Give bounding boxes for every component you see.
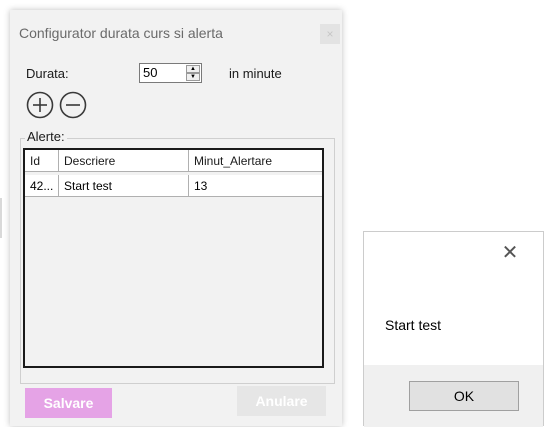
ok-button[interactable]: OK	[409, 381, 519, 411]
column-header-minut-alertare[interactable]: Minut_Alertare	[189, 150, 322, 172]
table-row[interactable]: 42... Start test 13	[25, 175, 322, 197]
alerts-grid[interactable]: Id Descriere Minut_Alertare 42... Start …	[23, 148, 324, 368]
cancel-button[interactable]: Anulare	[237, 386, 326, 416]
stepper-up-icon[interactable]: ▲	[186, 65, 200, 73]
alerts-label: Alerte:	[25, 129, 67, 144]
stepper-buttons: ▲ ▼	[186, 65, 200, 81]
cell-descriere[interactable]: Start test	[59, 175, 189, 197]
window-title: Configurator durata curs si alerta	[19, 25, 223, 41]
background-window-edge	[0, 198, 2, 238]
column-header-descriere[interactable]: Descriere	[59, 150, 189, 172]
grid-header: Id Descriere Minut_Alertare	[25, 150, 322, 172]
column-header-id[interactable]: Id	[25, 150, 59, 172]
duration-value[interactable]: 50	[143, 65, 157, 80]
duration-label: Durata:	[26, 66, 69, 81]
close-button[interactable]: ×	[320, 24, 340, 44]
cell-minut-alertare[interactable]: 13	[189, 175, 322, 197]
message-footer: OK	[364, 365, 543, 427]
duration-stepper[interactable]: 50 ▲ ▼	[139, 63, 202, 83]
plus-circle-icon[interactable]	[26, 91, 54, 119]
save-button[interactable]: Salvare	[25, 388, 112, 418]
cell-id[interactable]: 42...	[25, 175, 59, 197]
message-box: ✕ Start test OK	[363, 231, 544, 427]
duration-unit-label: in minute	[229, 66, 282, 81]
stepper-down-icon[interactable]: ▼	[186, 73, 200, 81]
message-text: Start test	[385, 317, 442, 333]
configurator-window: Configurator durata curs si alerta × Dur…	[10, 10, 342, 426]
minus-circle-icon[interactable]	[59, 91, 87, 119]
close-icon[interactable]: ✕	[499, 242, 521, 264]
